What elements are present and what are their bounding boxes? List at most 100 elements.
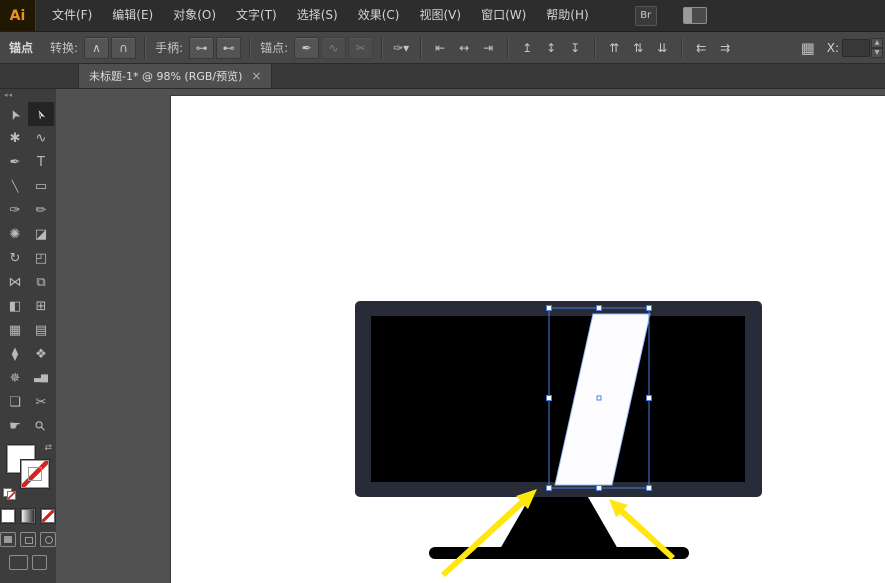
distribute-top-icon[interactable]: ⇈ <box>603 38 625 58</box>
selection-handle-bottom-left[interactable] <box>546 485 552 491</box>
screen-mode-button[interactable] <box>9 555 28 570</box>
monitor-screen[interactable] <box>371 316 745 482</box>
tool-gradient[interactable]: ▤ <box>28 318 54 342</box>
show-handles-icon[interactable]: ⊶ <box>189 36 215 59</box>
tool-paintbrush[interactable]: ✑ <box>2 198 28 222</box>
artwork-layer <box>355 301 762 577</box>
menu-select[interactable]: 选择(S) <box>287 0 348 31</box>
tool-magic-wand[interactable]: ✱ <box>2 126 28 150</box>
toolbar-collapse-icon[interactable]: ◂◂ <box>0 89 56 102</box>
tab-close-icon[interactable]: × <box>251 70 261 82</box>
menu-type[interactable]: 文字(T) <box>226 0 287 31</box>
draw-behind-button[interactable] <box>20 532 36 547</box>
grid-options-icon[interactable]: ▦ <box>797 38 819 58</box>
menu-effect[interactable]: 效果(C) <box>348 0 410 31</box>
tool-pencil[interactable]: ✏ <box>28 198 54 222</box>
selection-center-point[interactable] <box>596 395 602 401</box>
tool-zoom[interactable]: ⚲ <box>28 414 54 438</box>
tool-direct-selection[interactable]: ➢ <box>28 102 54 126</box>
remove-anchor-icon[interactable]: ✒ <box>294 36 320 59</box>
x-stepper-up-icon[interactable]: ▲ <box>871 37 883 48</box>
align-left-icon[interactable]: ⇤ <box>429 38 451 58</box>
distribute-center-icon[interactable]: ⇅ <box>627 38 649 58</box>
x-coordinate-input[interactable] <box>842 38 870 57</box>
control-separator <box>249 36 251 59</box>
document-tab-bar: 未标题-1* @ 98% (RGB/预览) × <box>0 64 885 89</box>
tool-type[interactable]: T <box>28 150 54 174</box>
tool-blob-brush[interactable]: ✺ <box>2 222 28 246</box>
align-bottom-icon[interactable]: ↧ <box>564 38 586 58</box>
tool-hand[interactable]: ☛ <box>2 414 28 438</box>
hide-handles-icon[interactable]: ⊷ <box>216 36 242 59</box>
menu-window[interactable]: 窗口(W) <box>471 0 536 31</box>
canvas[interactable] <box>56 89 885 583</box>
default-fill-stroke-icon[interactable] <box>3 488 16 500</box>
menu-edit[interactable]: 编辑(E) <box>102 0 163 31</box>
app-logo: Ai <box>0 0 36 31</box>
menu-object[interactable]: 对象(O) <box>163 0 226 31</box>
tool-pen-icon: ✒ <box>9 154 21 170</box>
connect-endpoints-icon[interactable]: ∿ <box>321 36 347 59</box>
tool-column-graph[interactable]: ▃▆ <box>28 366 54 390</box>
selection-handle-top-center[interactable] <box>596 305 602 311</box>
x-stepper-down-icon[interactable]: ▼ <box>871 47 883 58</box>
tool-perspective-grid[interactable]: ⊞ <box>28 294 54 318</box>
selection-handle-bottom-right[interactable] <box>646 485 652 491</box>
selection-handle-middle-right[interactable] <box>646 395 652 401</box>
tool-artboard[interactable]: ❏ <box>2 390 28 414</box>
workspace-switcher-icon[interactable] <box>682 7 707 24</box>
tool-free-transform[interactable]: ⧉ <box>28 270 54 294</box>
selection-handle-bottom-center[interactable] <box>596 485 602 491</box>
document-tab[interactable]: 未标题-1* @ 98% (RGB/预览) × <box>78 64 273 88</box>
draw-inside-button[interactable] <box>40 532 56 547</box>
tool-symbol-sprayer-icon: ✵ <box>9 370 21 386</box>
swap-fill-stroke-icon[interactable]: ⇄ <box>44 443 52 453</box>
tool-eraser[interactable]: ◪ <box>28 222 54 246</box>
tool-symbol-sprayer[interactable]: ✵ <box>2 366 28 390</box>
tool-eyedropper[interactable]: ⧫ <box>2 342 28 366</box>
fill-stroke-area: ⇄ <box>0 442 56 500</box>
tool-pen[interactable]: ✒ <box>2 150 28 174</box>
distribute-left-icon[interactable]: ⇇ <box>690 38 712 58</box>
x-coordinate-stepper: ▲ ▼ <box>871 37 883 58</box>
control-separator <box>681 36 683 59</box>
tool-selection[interactable]: ➤ <box>2 102 28 126</box>
selection-handle-top-left[interactable] <box>546 305 552 311</box>
selection-handle-top-right[interactable] <box>646 305 652 311</box>
draw-normal-button[interactable] <box>0 532 16 547</box>
color-button[interactable] <box>0 508 16 524</box>
tool-line-segment[interactable]: ╲ <box>2 174 28 198</box>
bridge-icon[interactable]: Br <box>634 5 657 26</box>
tool-artboard-icon: ❏ <box>9 394 21 410</box>
distribute-right-icon[interactable]: ⇉ <box>714 38 736 58</box>
stroke-swatch[interactable] <box>21 460 49 488</box>
align-right-icon[interactable]: ⇥ <box>477 38 499 58</box>
cut-path-icon[interactable]: ✂ <box>348 36 374 59</box>
distribute-bottom-icon[interactable]: ⇊ <box>651 38 673 58</box>
align-middle-vertical-icon[interactable]: ↕ <box>540 38 562 58</box>
tool-hand-icon: ☛ <box>9 418 21 434</box>
tool-width[interactable]: ⋈ <box>2 270 28 294</box>
convert-to-corner-icon[interactable]: ∧ <box>84 36 110 59</box>
menu-view[interactable]: 视图(V) <box>409 0 471 31</box>
tool-shape-builder[interactable]: ◧ <box>2 294 28 318</box>
align-center-horizontal-icon[interactable]: ↔ <box>453 38 475 58</box>
convert-to-smooth-icon[interactable]: ∩ <box>111 36 137 59</box>
align-top-icon[interactable]: ↥ <box>516 38 538 58</box>
illustrator-window: Ai 文件(F) 编辑(E) 对象(O) 文字(T) 选择(S) 效果(C) 视图(V) 窗口… <box>0 0 885 583</box>
selection-handle-middle-left[interactable] <box>546 395 552 401</box>
isolate-selection-icon[interactable]: ✑▾ <box>390 38 412 58</box>
tool-blend[interactable]: ❖ <box>28 342 54 366</box>
tool-scale[interactable]: ◰ <box>28 246 54 270</box>
menu-file[interactable]: 文件(F) <box>42 0 102 31</box>
tool-rectangle[interactable]: ▭ <box>28 174 54 198</box>
document-view-button[interactable] <box>32 555 47 570</box>
control-separator <box>420 36 422 59</box>
tool-slice[interactable]: ✂ <box>28 390 54 414</box>
none-button[interactable] <box>40 508 56 524</box>
menu-help[interactable]: 帮助(H) <box>536 0 598 31</box>
tool-mesh[interactable]: ▦ <box>2 318 28 342</box>
tool-rotate[interactable]: ↻ <box>2 246 28 270</box>
tool-lasso[interactable]: ∿ <box>28 126 54 150</box>
gradient-button[interactable] <box>20 508 36 524</box>
